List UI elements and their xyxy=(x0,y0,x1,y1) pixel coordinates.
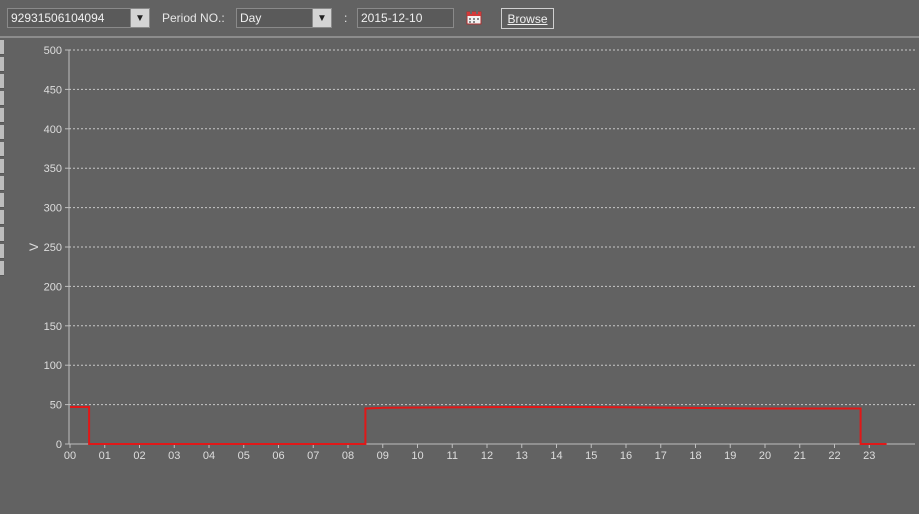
x-tick-label: 04 xyxy=(203,450,215,462)
device-select-value: 92931506104094 xyxy=(11,11,105,25)
y-tick-label: 200 xyxy=(44,281,62,293)
x-tick-label: 07 xyxy=(307,450,319,462)
x-tick-label: 01 xyxy=(99,450,111,462)
x-tick-label: 09 xyxy=(377,450,389,462)
y-tick-labels: 0 50 100 150 200 250 300 350 400 450 500 xyxy=(44,45,62,451)
chart-axes xyxy=(65,49,915,448)
y-tick-label: 400 xyxy=(44,124,62,136)
x-tick-label: 23 xyxy=(863,450,875,462)
y-tick-label: 0 xyxy=(56,439,62,451)
x-tick-label: 18 xyxy=(689,450,701,462)
colon-separator: : xyxy=(344,11,348,25)
browse-button[interactable]: Browse xyxy=(501,8,554,29)
y-tick-label: 150 xyxy=(44,321,62,333)
series-line-0 xyxy=(70,406,887,445)
x-tick-label: 11 xyxy=(447,450,458,462)
x-tick-label: 17 xyxy=(655,450,667,462)
chart-series xyxy=(70,406,887,445)
device-select[interactable]: 92931506104094 ▼ xyxy=(7,8,150,28)
x-tick-label: 14 xyxy=(550,450,562,462)
x-tick-label: 00 xyxy=(64,450,76,462)
x-tick-label: 05 xyxy=(238,450,250,462)
period-label: Period NO.: xyxy=(162,11,225,25)
chevron-down-icon[interactable]: ▼ xyxy=(312,9,331,27)
x-tick-labels: 00 01 02 03 04 05 06 07 08 09 10 11 12 13 14 15 16 17 18 19… xyxy=(64,450,876,462)
calendar-icon[interactable] xyxy=(466,9,482,25)
voltage-chart: 050100150200250300350400450500 00 01 02 03 0… xyxy=(27,45,915,462)
x-tick-label: 22 xyxy=(828,450,840,462)
y-tick-label: 450 xyxy=(44,84,62,96)
x-tick-label: 03 xyxy=(168,450,180,462)
period-select[interactable]: Day ▼ xyxy=(236,8,332,28)
chevron-down-icon[interactable]: ▼ xyxy=(130,9,149,27)
x-tick-label: 08 xyxy=(342,450,354,462)
x-tick-label: 13 xyxy=(516,450,528,462)
x-tick-label: 10 xyxy=(411,450,423,462)
x-tick-label: 20 xyxy=(759,450,771,462)
x-tick-label: 19 xyxy=(724,450,736,462)
x-tick-label: 02 xyxy=(133,450,145,462)
x-tick-label: 21 xyxy=(794,450,806,462)
chart-grid xyxy=(69,49,915,406)
y-tick-label: 250 xyxy=(44,242,62,254)
y-tick-label: 500 xyxy=(44,45,62,57)
toolbar: 92931506104094 ▼ Period NO.: Day ▼ : 201… xyxy=(0,0,919,36)
y-axis-label: V xyxy=(27,243,41,251)
x-tick-label: 15 xyxy=(585,450,597,462)
date-input[interactable]: 2015-12-10 xyxy=(357,8,454,28)
period-select-value: Day xyxy=(240,11,262,25)
y-tick-label: 100 xyxy=(44,360,62,372)
y-tick-label: 350 xyxy=(44,163,62,175)
y-tick-label: 50 xyxy=(50,400,62,412)
x-tick-label: 06 xyxy=(272,450,284,462)
x-tick-label: 16 xyxy=(620,450,632,462)
x-tick-label: 12 xyxy=(481,450,493,462)
y-tick-label: 300 xyxy=(44,203,62,215)
